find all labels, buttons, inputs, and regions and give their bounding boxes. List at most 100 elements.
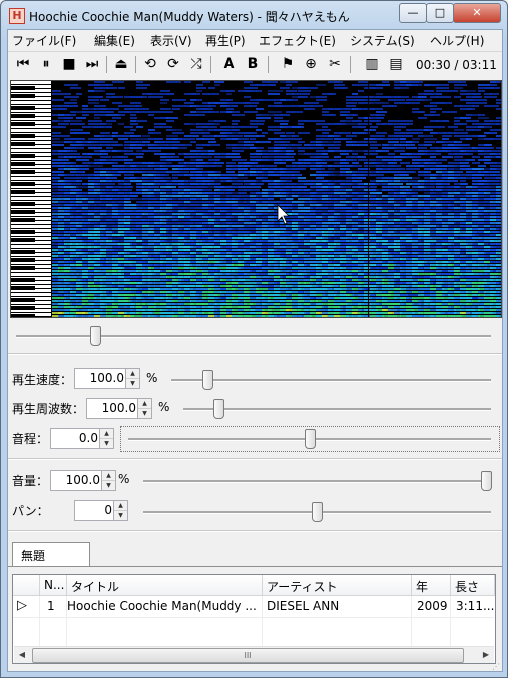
spin-up-icon[interactable]: ▲ — [114, 501, 127, 511]
stop-icon[interactable]: ■ — [60, 55, 78, 73]
pan-spin-buttons[interactable]: ▲ ▼ — [113, 501, 127, 520]
column-header-artist[interactable]: アーティスト — [263, 575, 412, 596]
column-gridline — [450, 596, 451, 646]
spin-up-icon[interactable]: ▲ — [102, 471, 115, 481]
playing-indicator-icon: ▷ — [17, 598, 27, 613]
resize-grip-icon[interactable]: ⋰ — [492, 662, 500, 671]
pause-icon[interactable]: ⏸ — [37, 55, 55, 73]
menu-effect[interactable]: エフェクト(E) — [259, 32, 336, 49]
cell-number: 1 — [47, 599, 55, 613]
time-readout: 00:30 / 03:11 — [416, 58, 497, 72]
scroll-right-icon[interactable]: ▶ — [478, 647, 494, 663]
marker-play-icon[interactable]: ⚑ — [279, 55, 297, 73]
pitch-spin-buttons[interactable]: ▲ ▼ — [99, 429, 113, 448]
speed-value[interactable]: 100.0 — [90, 371, 124, 385]
delete-marker-icon[interactable]: ✂ — [326, 55, 344, 73]
spin-up-icon[interactable]: ▲ — [126, 369, 139, 379]
ab-point-b-icon[interactable]: B — [244, 55, 262, 73]
cell-length: 3:11... — [456, 599, 494, 613]
eject-icon[interactable]: ⏏ — [112, 55, 130, 73]
pitch-value[interactable]: 0.0 — [79, 431, 98, 445]
row-gridline — [13, 617, 494, 618]
window-title: Hoochie Coochie Man(Muddy Waters) - 聞々ハヤ… — [29, 10, 350, 24]
playlist-toggle-icon[interactable]: ▤ — [387, 55, 405, 73]
speed-spinbox[interactable]: 100.0 ▲ ▼ — [74, 368, 140, 389]
tab-untitled[interactable]: 無題 — [12, 542, 90, 567]
playlist-table[interactable]: N... タイトル アーティスト 年 長さ ▷ 1 Hoochie Coochi… — [12, 574, 496, 664]
add-marker-icon[interactable]: ⊕ — [302, 55, 320, 73]
toolbar-separator — [106, 56, 107, 73]
spin-down-icon[interactable]: ▼ — [126, 379, 139, 388]
minimize-button[interactable]: — — [399, 3, 427, 23]
frequency-slider[interactable] — [213, 399, 224, 419]
menu-file[interactable]: ファイル(F) — [12, 32, 76, 49]
toolbar-separator — [210, 56, 211, 73]
volume-unit: % — [118, 472, 130, 486]
title-bar[interactable]: H Hoochie Coochie Man(Muddy Waters) - 聞々… — [1, 1, 507, 29]
menu-edit[interactable]: 編集(E) — [94, 32, 135, 49]
spectrum-display[interactable] — [52, 81, 501, 317]
client-area: ファイル(F) 編集(E) 表示(V) 再生(P) エフェクト(E) システム(… — [7, 29, 503, 672]
frequency-value[interactable]: 100.0 — [102, 401, 136, 415]
volume-spin-buttons[interactable]: ▲ ▼ — [101, 471, 115, 490]
menu-system[interactable]: システム(S) — [350, 32, 415, 49]
pan-value[interactable]: 0 — [104, 503, 112, 517]
scroll-left-icon[interactable]: ◀ — [14, 647, 30, 663]
divider — [8, 530, 502, 532]
menu-help[interactable]: ヘルプ(H) — [430, 32, 484, 49]
pan-spinbox[interactable]: 0 ▲ ▼ — [74, 500, 128, 521]
menu-play[interactable]: 再生(P) — [205, 32, 246, 49]
piano-keyboard — [11, 81, 51, 317]
spin-down-icon[interactable]: ▼ — [100, 439, 113, 448]
cell-year: 2009 — [417, 599, 448, 613]
spin-down-icon[interactable]: ▼ — [114, 511, 127, 520]
toolbar: ⏮ ⏸ ■ ⏭ ⏏ ⟲ ⟳ ⤮ A B ⚑ ⊕ ✂ ▥ ▤ 00:30 / 03… — [8, 51, 502, 78]
volume-label: 音量： — [12, 474, 49, 488]
spin-down-icon[interactable]: ▼ — [138, 409, 151, 418]
maximize-button[interactable]: □ — [426, 3, 454, 23]
volume-slider[interactable] — [481, 471, 492, 491]
pitch-label: 音程： — [12, 432, 49, 446]
spectrum-analyzer[interactable] — [10, 80, 502, 318]
column-gridline — [262, 596, 263, 646]
table-row[interactable]: ▷ 1 Hoochie Coochie Man(Muddy ... DIESEL… — [13, 596, 494, 616]
column-header-length[interactable]: 長さ — [451, 575, 495, 596]
app-icon[interactable]: H — [9, 8, 25, 24]
volume-spinbox[interactable]: 100.0 ▲ ▼ — [50, 470, 116, 491]
column-header-title[interactable]: タイトル — [67, 575, 263, 596]
horizontal-scrollbar[interactable]: ◀ III ▶ — [14, 646, 494, 663]
frequency-spin-buttons[interactable]: ▲ ▼ — [137, 399, 151, 418]
seek-slider[interactable] — [90, 326, 101, 346]
volume-value[interactable]: 100.0 — [66, 473, 100, 487]
speed-track — [171, 379, 491, 382]
column-header-number[interactable]: N... — [40, 575, 67, 596]
divider — [8, 458, 502, 460]
volume-track — [143, 480, 491, 483]
frequency-track — [183, 408, 491, 411]
menu-view[interactable]: 表示(V) — [150, 32, 192, 49]
speed-slider[interactable] — [202, 370, 213, 390]
previous-track-icon[interactable]: ⏮ — [14, 55, 32, 73]
close-button[interactable]: ✕ — [453, 3, 501, 23]
speed-spin-buttons[interactable]: ▲ ▼ — [125, 369, 139, 388]
loop-one-icon[interactable]: ⟳ — [164, 55, 182, 73]
spin-down-icon[interactable]: ▼ — [102, 481, 115, 490]
pan-label: パン： — [12, 504, 49, 518]
next-track-icon[interactable]: ⏭ — [83, 55, 101, 73]
column-header-blank[interactable] — [13, 575, 40, 596]
ab-point-a-icon[interactable]: A — [220, 55, 238, 73]
column-gridline — [66, 596, 67, 646]
column-header-year[interactable]: 年 — [412, 575, 451, 596]
column-gridline — [411, 596, 412, 646]
pan-slider[interactable] — [312, 502, 323, 522]
random-icon[interactable]: ⤮ — [187, 55, 205, 73]
spin-up-icon[interactable]: ▲ — [138, 399, 151, 409]
frequency-spinbox[interactable]: 100.0 ▲ ▼ — [86, 398, 152, 419]
explorer-toggle-icon[interactable]: ▥ — [363, 55, 381, 73]
pitch-slider[interactable] — [305, 429, 316, 449]
spin-up-icon[interactable]: ▲ — [100, 429, 113, 439]
pitch-spinbox[interactable]: 0.0 ▲ ▼ — [50, 428, 114, 449]
frequency-label: 再生周波数： — [12, 402, 85, 416]
loop-all-icon[interactable]: ⟲ — [141, 55, 159, 73]
scrollbar-thumb[interactable]: III — [32, 648, 464, 663]
